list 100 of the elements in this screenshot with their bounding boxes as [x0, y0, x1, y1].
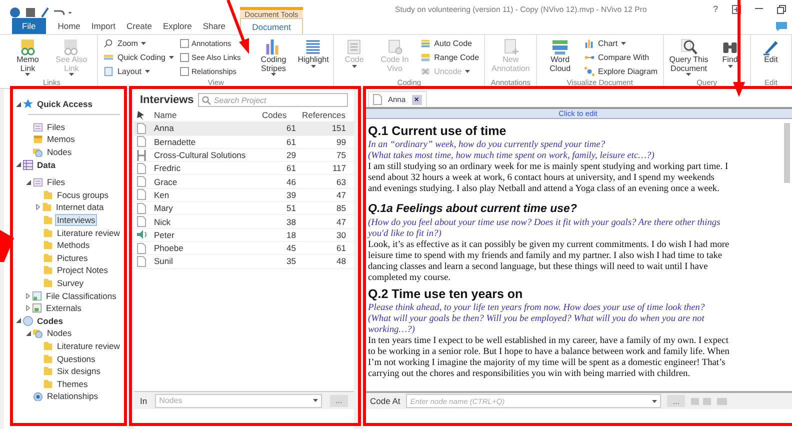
- tree-item[interactable]: Relationships: [45, 390, 100, 402]
- table-row[interactable]: Cross-Cultural Solutions 29 75: [134, 148, 354, 162]
- ribbon-tab[interactable]: Import: [91, 18, 116, 34]
- comment-icon[interactable]: [776, 22, 787, 30]
- document-icon: [137, 176, 146, 188]
- table-cell-text: Peter: [153, 230, 176, 240]
- table-cell-text: Ken: [153, 190, 170, 200]
- table-cell-text: 45: [286, 243, 297, 254]
- checkbox[interactable]: [180, 39, 188, 48]
- diagram-icon: [584, 66, 595, 77]
- checkbox[interactable]: [180, 52, 188, 62]
- close-button[interactable]: ×: [412, 94, 422, 104]
- tree-item[interactable]: Quick Access: [35, 98, 94, 110]
- tree-item[interactable]: Internet data: [54, 201, 106, 214]
- expanded-arrow-icon[interactable]: [26, 180, 31, 185]
- tree-item[interactable]: Focus groups: [55, 188, 110, 201]
- column-header[interactable]: Name: [151, 110, 259, 120]
- ribbon-button[interactable]: Auto Code: [420, 38, 480, 50]
- tree-item[interactable]: Survey: [55, 277, 86, 290]
- pin-icon[interactable]: [137, 110, 145, 120]
- ribbon-display-icon[interactable]: [732, 4, 741, 14]
- tree-item[interactable]: Literature review: [55, 340, 122, 352]
- ribbon-button[interactable]: Edit: [754, 37, 788, 78]
- tree-item[interactable]: Themes: [55, 378, 90, 390]
- heading: Q.1 Current use of time: [368, 124, 508, 138]
- relationships-icon: [33, 391, 43, 402]
- tree-item[interactable]: Codes: [35, 314, 65, 327]
- folder-icon: [43, 228, 53, 238]
- ribbon-button[interactable]: Coding Stripes: [252, 37, 294, 78]
- tree-item[interactable]: Files: [45, 176, 67, 188]
- table-row[interactable]: Sunil 35 48: [134, 255, 354, 269]
- tree-item[interactable]: Memos: [45, 133, 77, 146]
- tree-item[interactable]: Nodes: [45, 146, 74, 158]
- ribbon-button[interactable]: Chart: [584, 38, 658, 50]
- expanded-arrow-icon[interactable]: [16, 318, 21, 324]
- ribbon-tab[interactable]: Share: [202, 18, 226, 34]
- table-row[interactable]: Mary 51 85: [134, 202, 354, 216]
- collapsed-arrow-icon[interactable]: [26, 305, 30, 312]
- question-prompt: In an “ordinary” week, how do you currently spend your time?: [368, 140, 606, 151]
- table-row[interactable]: Phoebe 45 61: [134, 242, 354, 256]
- help-button[interactable]: ?: [712, 4, 718, 14]
- ribbon-button[interactable]: Memo Link: [9, 37, 46, 78]
- ribbon-tab[interactable]: Create: [126, 18, 152, 34]
- expanded-arrow-icon[interactable]: [16, 102, 21, 107]
- table-cell-text: 47: [336, 216, 347, 227]
- browse-button[interactable]: ...: [667, 395, 686, 407]
- ribbon-button[interactable]: Layout: [103, 65, 174, 78]
- ribbon-tab[interactable]: Document: [240, 18, 303, 34]
- collapsed-arrow-icon[interactable]: [26, 292, 30, 299]
- heading: Q.1a Feelings about current time use?: [368, 202, 578, 216]
- table-row[interactable]: Grace 46 63: [134, 175, 354, 189]
- toolbar-icons[interactable]: [10, 7, 72, 18]
- tree-item[interactable]: Data: [35, 158, 58, 171]
- question-prompt: Please think ahead, to your life ten years from now. How does your use of time look then?: [368, 303, 706, 314]
- ribbon-button[interactable]: Compare With: [584, 51, 658, 64]
- tree-item[interactable]: Files: [45, 120, 67, 133]
- ribbon-button[interactable]: Query This Document: [666, 37, 711, 78]
- tree-item[interactable]: Methods: [55, 239, 92, 252]
- scrollbar[interactable]: [784, 123, 790, 183]
- ribbon-tab[interactable]: Home: [58, 18, 80, 34]
- checkbox[interactable]: [180, 66, 188, 76]
- ribbon-button[interactable]: Quick Coding: [103, 51, 174, 64]
- ribbon-button[interactable]: Find: [713, 37, 747, 78]
- files-icon: [33, 122, 43, 132]
- folder-icon: [43, 190, 53, 200]
- expanded-arrow-icon[interactable]: [16, 162, 21, 168]
- ribbon-button[interactable]: Zoom: [103, 38, 174, 50]
- tree-item[interactable]: Nodes: [45, 327, 74, 340]
- browse-button[interactable]: ...: [330, 394, 348, 406]
- table-row[interactable]: Anna 61 151: [134, 122, 354, 136]
- ribbon-tab[interactable]: Explore: [163, 18, 192, 34]
- tree-item[interactable]: Externals: [44, 302, 84, 314]
- tree-item[interactable]: File Classifications: [44, 290, 118, 302]
- tree-item[interactable]: Literature review: [55, 226, 122, 239]
- ribbon-button[interactable]: Word Cloud: [540, 37, 580, 78]
- tree-item[interactable]: Project Notes: [55, 264, 110, 276]
- restore-icon[interactable]: [777, 4, 786, 14]
- ribbon-button[interactable]: Explore Diagram: [584, 65, 658, 78]
- table-row[interactable]: Fredric 61 117: [134, 162, 354, 176]
- ribbon-button[interactable]: Range Code: [420, 51, 480, 64]
- document-icon: [137, 162, 146, 174]
- column-header[interactable]: References: [299, 110, 349, 120]
- table-cell-text: Sunil: [153, 256, 174, 266]
- table-row[interactable]: Peter 18 30: [134, 228, 354, 242]
- question-prompt: (What will your goals be then? Will you be employed? What will you do when you are not working…?): [368, 314, 706, 336]
- document-icon: [137, 189, 146, 200]
- ribbon-button[interactable]: Highlight: [296, 37, 330, 78]
- tree-item[interactable]: Pictures: [55, 252, 90, 264]
- collapsed-arrow-icon[interactable]: [36, 204, 40, 210]
- table-row[interactable]: Bernadette 61 99: [134, 136, 354, 149]
- expanded-arrow-icon[interactable]: [26, 330, 31, 336]
- tree-item[interactable]: Questions: [55, 352, 98, 365]
- minimize-icon[interactable]: [755, 8, 763, 10]
- table-row[interactable]: Ken 39 47: [134, 188, 354, 202]
- tree-item[interactable]: Six designs: [55, 365, 102, 378]
- table-row[interactable]: Nick 38 47: [134, 215, 354, 229]
- table-cell-text: 48: [336, 256, 347, 266]
- tree-item[interactable]: Interviews: [55, 214, 98, 226]
- ribbon-tab[interactable]: File: [12, 18, 46, 34]
- column-header[interactable]: Codes: [259, 110, 299, 120]
